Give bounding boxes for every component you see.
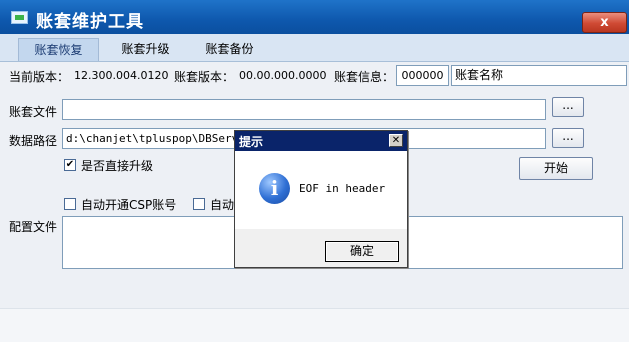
info-icon: i (259, 173, 290, 204)
account-name-field[interactable]: 账套名称 (451, 65, 627, 86)
account-version-label: 账套版本： (174, 70, 235, 84)
dialog-footer: 确定 (235, 229, 407, 267)
config-file-label: 配置文件 (9, 220, 58, 234)
tab-account-restore[interactable]: 账套恢复 (18, 38, 99, 61)
tab-account-upgrade[interactable]: 账套升级 (108, 38, 183, 61)
account-code-field[interactable]: 000000 (396, 65, 449, 86)
current-version-value: 12.300.004.0120 (74, 69, 169, 82)
auto-csp-checkbox[interactable] (64, 198, 76, 210)
auto-other-label: 自动 (210, 198, 235, 212)
dialog-body: i EOF in header (235, 151, 407, 229)
dialog-close-icon[interactable]: ✕ (389, 134, 403, 147)
window-title: 账套维护工具 (36, 12, 144, 32)
status-area (0, 308, 629, 342)
title-bar[interactable]: 账套维护工具 x (0, 0, 629, 34)
account-version-value: 00.00.000.0000 (239, 69, 327, 82)
dialog-title: 提示 (239, 135, 264, 149)
app-icon (11, 11, 28, 24)
main-window: 账套维护工具 x 账套恢复 账套升级 账套备份 当前版本： 12.300.004… (0, 0, 629, 342)
tab-account-backup[interactable]: 账套备份 (192, 38, 267, 61)
account-file-label: 账套文件 (9, 105, 58, 119)
auto-other-checkbox[interactable] (193, 198, 205, 210)
current-version-label: 当前版本： (9, 70, 70, 84)
dialog-ok-button[interactable]: 确定 (325, 241, 399, 262)
account-file-browse-button[interactable]: ... (552, 97, 584, 117)
direct-upgrade-label: 是否直接升级 (81, 159, 154, 173)
start-button[interactable]: 开始 (519, 157, 593, 180)
dialog-title-bar[interactable]: 提示 ✕ (235, 131, 407, 151)
auto-csp-label: 自动开通CSP账号 (81, 198, 177, 212)
data-path-label: 数据路径 (9, 134, 58, 148)
tab-strip: 账套恢复 账套升级 账套备份 (0, 34, 629, 62)
message-dialog: 提示 ✕ i EOF in header 确定 (234, 130, 408, 268)
data-path-browse-button[interactable]: ... (552, 128, 584, 148)
direct-upgrade-checkbox[interactable]: ✔ (64, 159, 76, 171)
window-close-button[interactable]: x (582, 12, 627, 33)
account-info-label: 账套信息： (334, 70, 395, 84)
account-file-input[interactable] (62, 99, 546, 120)
dialog-message: EOF in header (299, 182, 386, 195)
